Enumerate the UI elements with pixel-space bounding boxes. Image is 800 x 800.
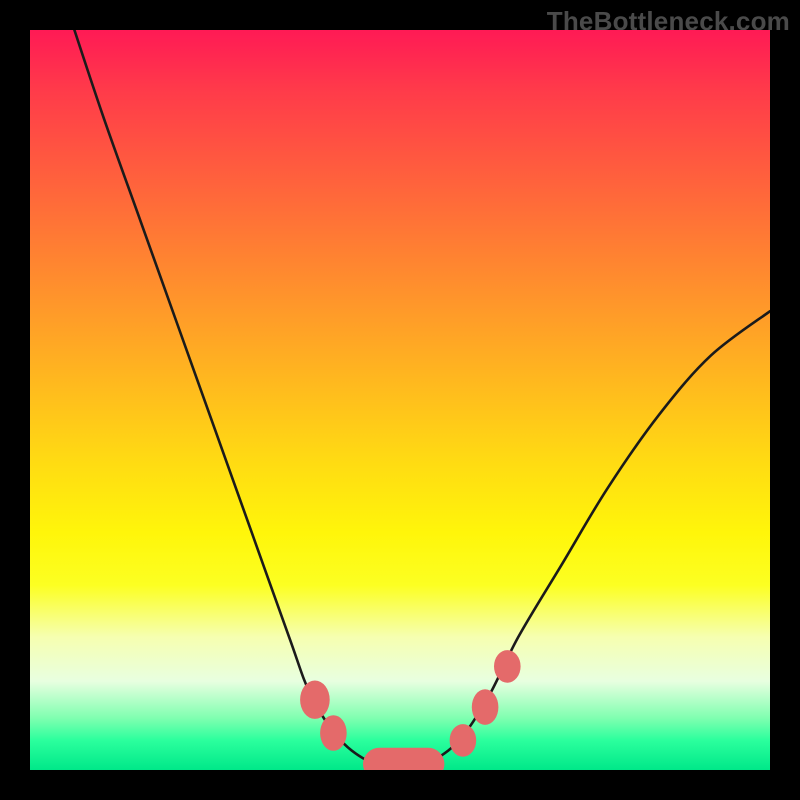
marker-dot [494,650,521,683]
marker-dot [450,724,477,757]
marker-pill [363,748,444,770]
marker-dot [300,681,330,719]
marker-dot [472,689,499,725]
curve-svg [30,30,770,770]
plot-area [30,30,770,770]
bottleneck-curve [74,30,770,770]
marker-dot [320,715,347,751]
markers-group [300,650,520,770]
chart-frame: TheBottleneck.com [0,0,800,800]
